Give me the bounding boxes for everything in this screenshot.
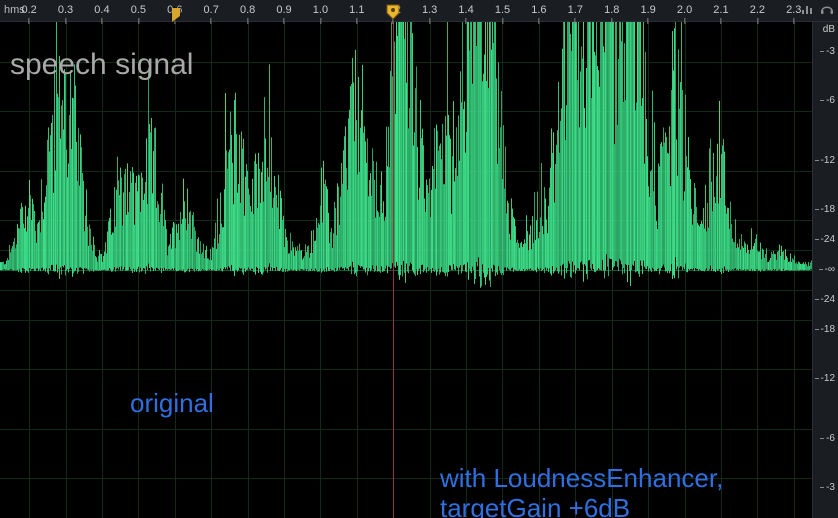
db-tick: -∞ — [819, 264, 835, 275]
time-tick: 0.7 — [204, 4, 219, 24]
time-tick: 0.3 — [58, 4, 73, 24]
time-tick: 1.4 — [458, 4, 473, 24]
time-tick: 1.7 — [568, 4, 583, 24]
time-tick: 2.1 — [713, 4, 728, 24]
db-tick: -6 — [820, 433, 835, 444]
time-tick: 1.6 — [531, 4, 546, 24]
time-tick: 1.9 — [640, 4, 655, 24]
playhead-line — [393, 22, 394, 518]
time-tick: 1.1 — [349, 4, 364, 24]
db-tick: -12 — [815, 373, 835, 384]
waveform-display[interactable]: speech signal original with LoudnessEnha… — [0, 22, 812, 518]
time-tick: 0.5 — [131, 4, 146, 24]
time-tick: 1.0 — [313, 4, 328, 24]
time-tick: 2.2 — [750, 4, 765, 24]
annotation-enhanced: with LoudnessEnhancer, targetGain +6dB — [440, 464, 723, 518]
playhead-marker[interactable] — [386, 4, 400, 23]
loop-start-marker[interactable] — [171, 0, 183, 22]
headphones-icon[interactable] — [820, 2, 834, 16]
time-tick: 1.8 — [604, 4, 619, 24]
db-tick: -6 — [820, 95, 835, 106]
spectrum-view-icon[interactable] — [800, 2, 814, 16]
db-tick: -24 — [815, 234, 835, 245]
time-ruler[interactable]: hms 0.20.30.40.50.60.70.80.91.01.11.21.3… — [0, 0, 838, 22]
time-tick: 0.9 — [276, 4, 291, 24]
db-tick: -12 — [815, 155, 835, 166]
time-tick: 0.8 — [240, 4, 255, 24]
annotation-original: original — [130, 388, 214, 419]
time-tick: 2.0 — [677, 4, 692, 24]
db-unit-label: dB — [823, 24, 835, 35]
zero-line — [0, 270, 812, 271]
db-tick: -24 — [815, 294, 835, 305]
db-tick: -18 — [815, 204, 835, 215]
db-scale: dB -3 -6 -12 -18 -24 -∞ -24 -18 -12 -6 -3 — [812, 22, 838, 518]
time-tick: 0.2 — [21, 4, 36, 24]
time-tick: 1.3 — [422, 4, 437, 24]
db-tick: -3 — [820, 482, 835, 493]
db-tick: -3 — [820, 46, 835, 57]
time-tick: 1.5 — [495, 4, 510, 24]
time-tick: 0.4 — [94, 4, 109, 24]
db-tick: -18 — [815, 324, 835, 335]
